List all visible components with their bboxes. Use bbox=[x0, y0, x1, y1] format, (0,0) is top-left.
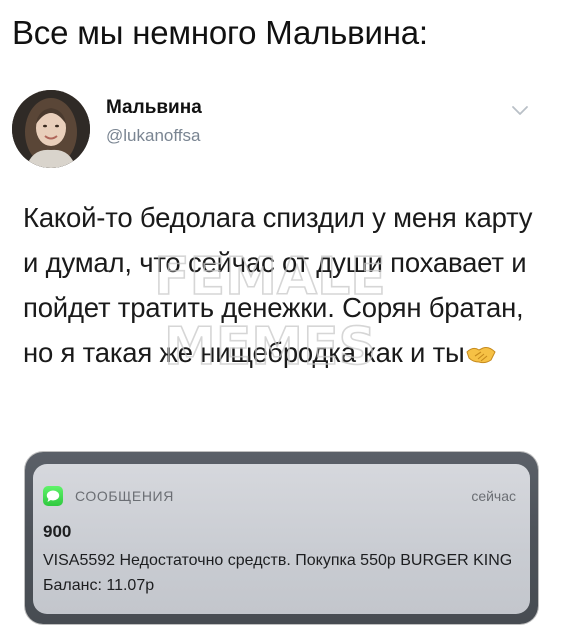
author-handle[interactable]: @lukanoffsa bbox=[106, 126, 200, 146]
tweet-text-content: Какой-то бедолага спиздил у меня карту и… bbox=[23, 202, 533, 368]
notification-time: сейчас bbox=[471, 488, 516, 504]
author-name[interactable]: Мальвина bbox=[106, 97, 202, 119]
avatar-photo bbox=[12, 90, 90, 168]
messages-icon bbox=[43, 486, 63, 506]
chevron-down-icon[interactable] bbox=[511, 104, 529, 118]
avatar[interactable] bbox=[12, 90, 90, 168]
notification-sender: 900 bbox=[43, 522, 72, 541]
notification-app-name: СООБЩЕНИЯ bbox=[75, 488, 174, 504]
tweet-text: Какой-то бедолага спиздил у меня карту и… bbox=[23, 195, 543, 375]
caption: Все мы немного Мальвина: bbox=[12, 14, 428, 51]
notification-banner[interactable]: СООБЩЕНИЯ сейчас 900 VISA5592 Недостаточ… bbox=[25, 452, 538, 624]
notification-card[interactable]: СООБЩЕНИЯ сейчас 900 VISA5592 Недостаточ… bbox=[33, 464, 530, 614]
handshake-icon bbox=[466, 347, 496, 364]
notification-body: VISA5592 Недостаточно средств. Покупка 5… bbox=[43, 552, 513, 594]
